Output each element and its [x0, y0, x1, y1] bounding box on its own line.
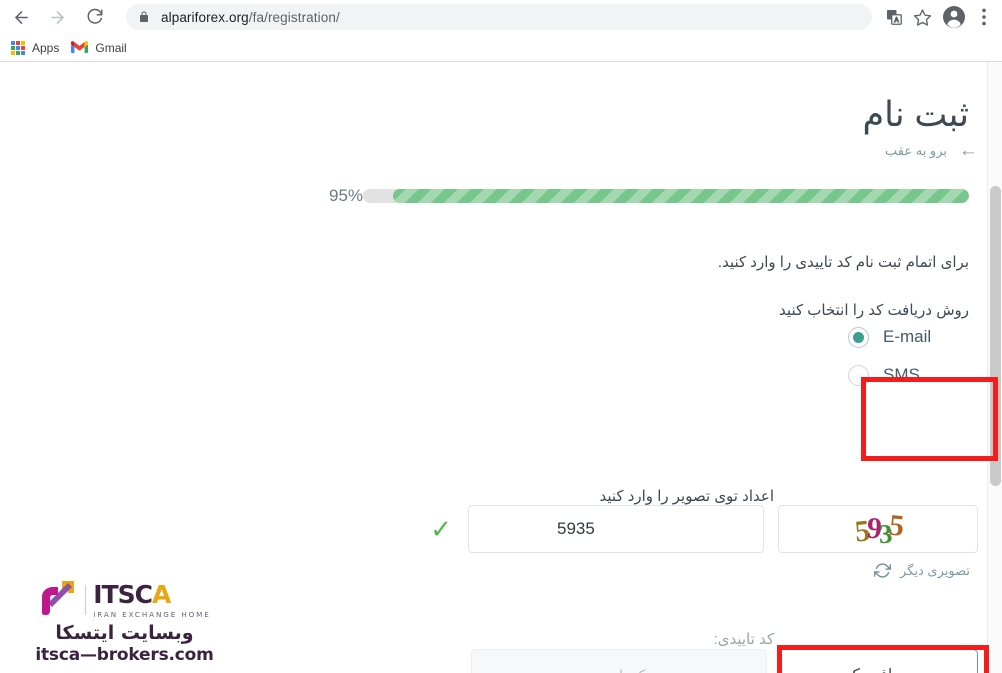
captcha-digit-4: 5 — [887, 508, 903, 543]
watermark-divider — [85, 585, 87, 615]
captcha-digit-2: 9 — [865, 511, 880, 546]
captcha-image: 5 9 3 5 — [778, 505, 978, 553]
star-icon[interactable] — [908, 3, 936, 31]
watermark-brand-prefix: ITSC — [93, 579, 153, 609]
bookmark-apps[interactable]: Apps — [7, 37, 67, 59]
apps-grid-icon — [11, 40, 25, 55]
url-text: alpariforex.org/fa/registration/ — [161, 10, 340, 25]
forward-icon[interactable] — [42, 2, 72, 32]
gmail-icon — [71, 41, 89, 54]
radio-sms-circle[interactable] — [848, 364, 869, 386]
bookmark-gmail[interactable]: Gmail — [67, 37, 134, 59]
instruction-line-2: روش دریافت کد را انتخاب کنید — [779, 302, 969, 319]
watermark-brand-texts: ITSCA IRAN EXCHANGE HOME — [93, 582, 210, 619]
captcha-digits: 5 9 3 5 — [853, 508, 903, 548]
page-viewport: ثبت نام → برو به عقب 95% برای اتمام ثبت … — [0, 62, 1002, 673]
itsca-watermark: ITSCA IRAN EXCHANGE HOME وبسایت ایتسکا i… — [17, 580, 232, 665]
page-scrollbar[interactable] — [987, 62, 1002, 673]
watermark-brand-suffix: A — [151, 579, 171, 609]
go-back-label: برو به عقب — [885, 142, 947, 158]
arrow-right-icon: → — [959, 140, 978, 161]
captcha-valid-checkmark: ✓ — [430, 514, 452, 544]
watermark-brand: ITSCA — [93, 579, 171, 609]
radio-email-dot — [853, 331, 864, 343]
browser-toolbar: alpariforex.org/fa/registration/ 文 A — [0, 0, 1002, 34]
three-dot-menu-icon[interactable] — [972, 3, 996, 31]
lock-icon — [138, 10, 150, 24]
verification-code-row: دریافت کد — [433, 649, 978, 673]
watermark-logo-row: ITSCA IRAN EXCHANGE HOME — [17, 580, 232, 620]
progress-percent-label: 95% — [329, 186, 364, 205]
captcha-refresh-link[interactable]: تصویری دیگر — [874, 562, 970, 579]
verification-code-label: کد تاییدی: — [713, 631, 774, 648]
refresh-icon — [874, 562, 892, 579]
itsca-arrow-logo-icon — [38, 579, 78, 622]
translate-icon[interactable]: 文 A — [880, 3, 908, 31]
radio-email-circle[interactable] — [848, 326, 869, 348]
scrollbar-thumb[interactable] — [990, 186, 1001, 486]
reload-icon[interactable] — [80, 2, 110, 32]
radio-sms-label: SMS — [883, 365, 920, 384]
page-title: ثبت نام — [862, 95, 969, 135]
address-bar[interactable]: alpariforex.org/fa/registration/ — [126, 4, 872, 30]
registration-progress: 95% — [319, 186, 969, 206]
back-icon[interactable] — [6, 2, 36, 32]
watermark-url: itsca—brokers.com — [35, 645, 214, 665]
progress-fill — [393, 189, 969, 203]
toolbar-actions: 文 A — [880, 2, 1002, 32]
verification-code-input[interactable] — [471, 649, 767, 673]
get-code-button[interactable]: دریافت کد — [778, 649, 978, 673]
watermark-fa-name: وبسایت ایتسکا — [55, 622, 194, 644]
radio-email-label: E-mail — [883, 327, 932, 346]
radio-option-sms[interactable]: SMS — [842, 356, 978, 394]
progress-track — [363, 189, 969, 203]
watermark-tagline: IRAN EXCHANGE HOME — [93, 609, 211, 619]
bookmark-gmail-label: Gmail — [95, 40, 127, 55]
go-back-link[interactable]: → برو به عقب — [885, 140, 978, 161]
bookmarks-bar: Apps Gmail — [0, 34, 1002, 61]
instruction-line-1: برای اتمام ثبت نام کد تاییدی را وارد کنی… — [717, 254, 969, 271]
profile-avatar-icon[interactable] — [939, 2, 969, 32]
bookmark-apps-label: Apps — [32, 40, 60, 55]
url-path: /fa/registration/ — [248, 9, 340, 25]
radio-option-email[interactable]: E-mail — [842, 318, 978, 356]
url-host: alpariforex.org — [161, 9, 249, 25]
captcha-instruction: اعداد توی تصویر را وارد کنید — [599, 488, 774, 505]
captcha-refresh-label: تصویری دیگر — [900, 562, 970, 578]
browser-chrome: alpariforex.org/fa/registration/ 文 A — [0, 0, 1002, 62]
code-method-radio-group: E-mail SMS — [842, 318, 978, 394]
captcha-input[interactable] — [468, 505, 764, 553]
captcha-row: 5 9 3 5 ✓ — [430, 505, 978, 553]
